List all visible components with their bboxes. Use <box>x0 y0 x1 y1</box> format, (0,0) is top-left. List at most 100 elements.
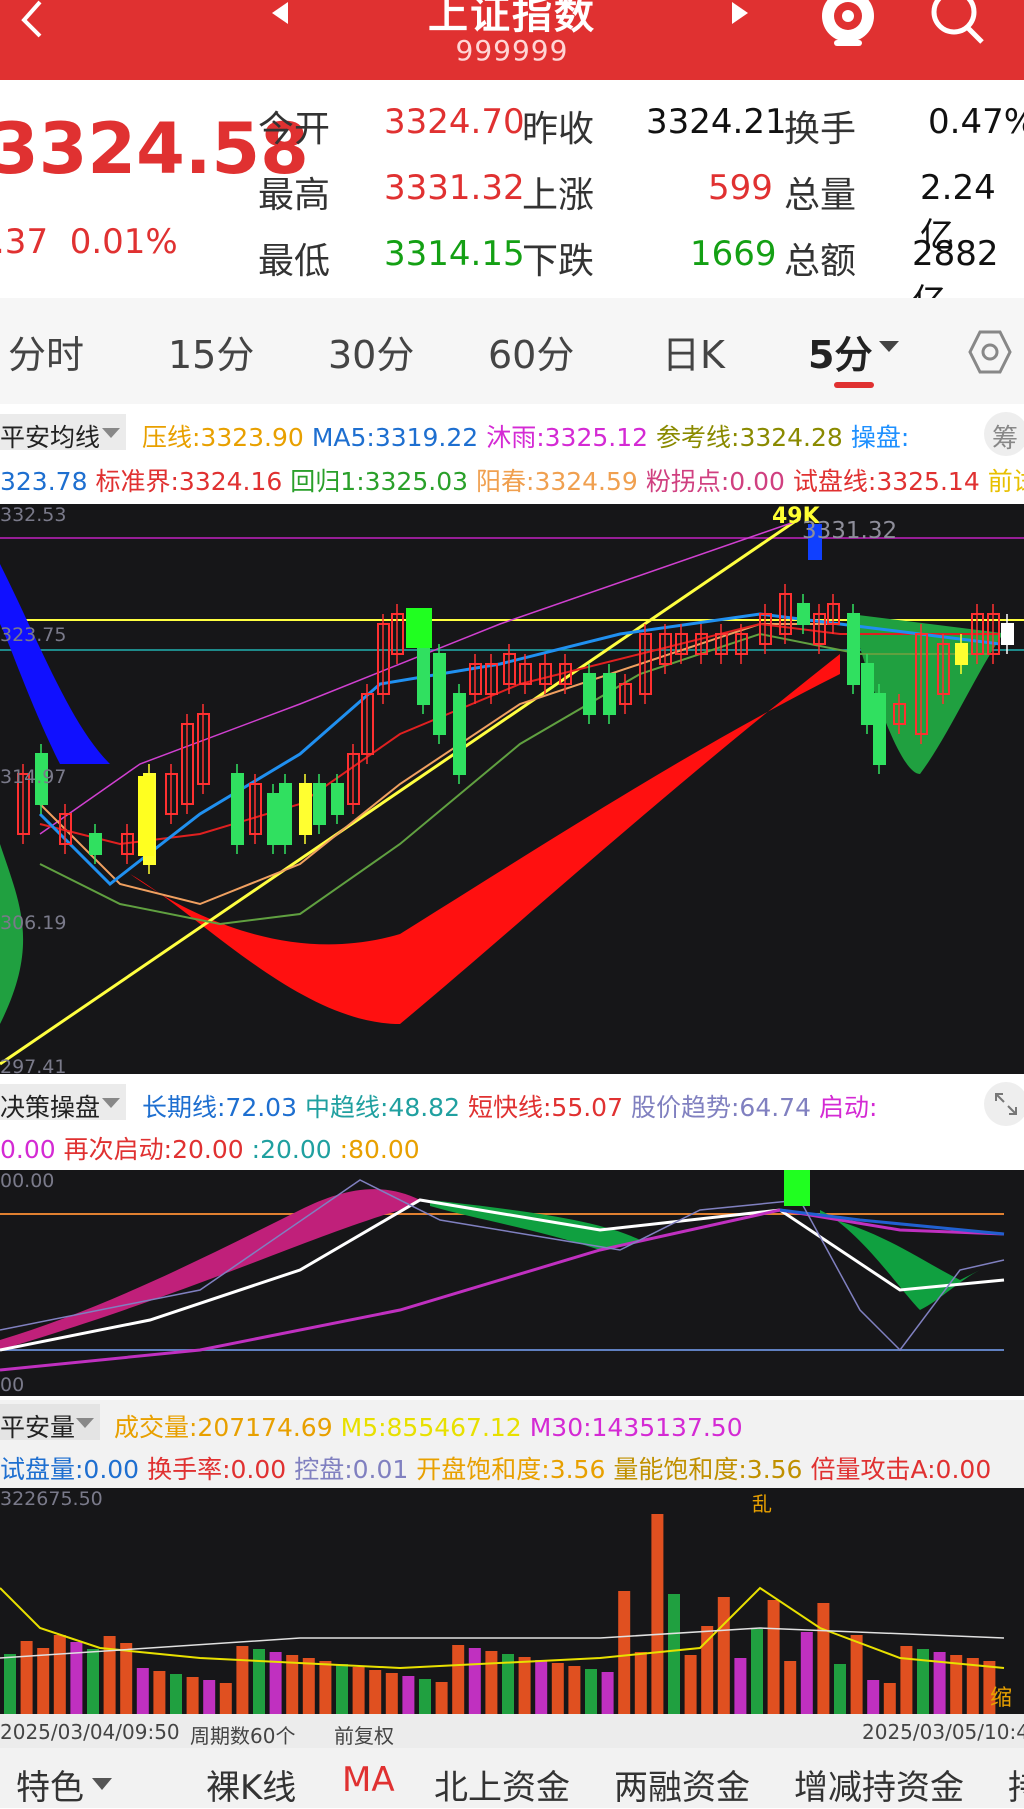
volume-bar <box>419 1679 431 1714</box>
y-axis-label: 306.19 <box>0 912 67 934</box>
nav-margin[interactable]: 两融资金 <box>614 1760 750 1809</box>
y-axis-label: 332.53 <box>0 504 67 526</box>
volume-bar <box>120 1643 133 1714</box>
oscillator-chart[interactable]: 00.00 00 <box>0 1170 1024 1396</box>
low-label: 最低 <box>258 241 331 282</box>
volume-bar <box>53 1635 66 1714</box>
volume-bar <box>800 1632 813 1714</box>
volume-tag: 缩 <box>990 1686 1013 1711</box>
volume-bar <box>219 1683 232 1714</box>
next-stock-icon[interactable] <box>728 0 754 26</box>
tab-5min[interactable]: 5分 <box>808 324 872 379</box>
volume-bar <box>634 1652 647 1714</box>
kline-svg <box>0 516 1024 1066</box>
tab-daily-k[interactable]: 日K <box>662 324 725 379</box>
adjust-mode[interactable]: 前复权 <box>334 1720 394 1749</box>
voice-icon[interactable] <box>820 0 876 50</box>
expand-icon[interactable] <box>984 1082 1024 1126</box>
down-label: 下跌 <box>522 241 595 282</box>
volume-bar <box>336 1664 348 1714</box>
volume-bar <box>385 1673 398 1714</box>
indicator-value: 中趋线:48.82 <box>305 1093 460 1122</box>
candle <box>873 693 886 765</box>
tab-timeshare[interactable]: 分时 <box>8 324 84 379</box>
volume-bar <box>170 1674 182 1714</box>
volume-label: 总量 <box>784 175 857 216</box>
volume-bar <box>618 1591 631 1714</box>
volume-bar <box>867 1680 880 1714</box>
volume-bar <box>817 1603 830 1714</box>
chip-distribution-button[interactable]: 筹 <box>984 412 1024 456</box>
volume-bar <box>883 1683 896 1714</box>
indicator-value: :80.00 <box>339 1135 420 1164</box>
chevron-down-icon <box>102 428 120 438</box>
y-axis-label: 00.00 <box>0 1170 55 1192</box>
tab-60min[interactable]: 60分 <box>488 324 574 379</box>
indicator-value: 换手率:0.00 <box>147 1455 287 1484</box>
indicator-value: :20.00 <box>251 1135 332 1164</box>
turnover-value: 0.47% <box>928 102 1024 142</box>
volume-bar <box>734 1658 747 1714</box>
candle <box>1001 623 1014 645</box>
candle <box>279 783 292 845</box>
indicator-value: 股价趋势:64.74 <box>631 1093 811 1122</box>
high-price-marker: 3331.32 <box>802 518 898 544</box>
candle <box>583 673 596 715</box>
indicator-selector[interactable]: 平安量 <box>0 1404 100 1442</box>
volume-bar <box>153 1671 166 1714</box>
nav-ma[interactable]: MA <box>342 1760 395 1800</box>
volume-chart[interactable]: 322675.50 乱 缩 <box>0 1488 1024 1714</box>
volume-bar <box>186 1677 199 1714</box>
expand-arrows-icon <box>995 1093 1017 1115</box>
candle <box>267 793 280 845</box>
indicator-value: 试盘线:3325.14 <box>792 467 980 496</box>
indicator-value: M30:1435137.50 <box>529 1413 743 1442</box>
candle <box>331 783 344 815</box>
volume-bar <box>369 1670 382 1714</box>
low-value: 3314.15 <box>384 234 525 274</box>
volume-bar <box>302 1658 315 1714</box>
nav-holdings[interactable]: 增减持资金 <box>794 1760 964 1809</box>
volume-bar <box>751 1629 763 1714</box>
tab-15min[interactable]: 15分 <box>168 324 254 379</box>
volume-svg <box>0 1514 1005 1714</box>
volume-bar <box>585 1669 597 1714</box>
candle <box>955 643 968 665</box>
nav-northbound[interactable]: 北上资金 <box>434 1760 570 1809</box>
candle <box>231 773 244 845</box>
candle <box>603 673 616 715</box>
indicator-selector[interactable]: 决策操盘 <box>0 1084 126 1122</box>
kline-chart[interactable]: 332.53 323.75 314.97 306.19 297.41 49K 3… <box>0 504 1024 1074</box>
volume-bar <box>767 1600 780 1714</box>
turnover-label: 换手 <box>784 109 857 150</box>
candle <box>453 693 466 775</box>
high-value: 3331.32 <box>384 168 525 208</box>
nav-more[interactable]: 持 <box>1008 1760 1024 1809</box>
chevron-down-icon <box>76 1418 94 1428</box>
volume-bar <box>352 1667 365 1714</box>
candle <box>433 653 446 735</box>
indicator-selector[interactable]: 平安均线 <box>0 414 126 452</box>
volume-bar <box>717 1597 730 1714</box>
price-trend-line <box>0 1179 1005 1352</box>
up-label: 上涨 <box>522 175 595 216</box>
indicator-value: 323.78 <box>0 467 88 496</box>
sub-indicator-values-row2: 0.00 再次启动:20.00:20.00:80.00 <box>0 1130 428 1166</box>
volume-indicator-values-row1: 成交量:207174.69 M5:855467.12 M30:1435137.50 <box>114 1408 751 1444</box>
volume-indicator-values-row2: 试盘量:0.00 换手率:0.00 控盘:0.01 开盘饱和度:3.56 量能饱和度:3… <box>0 1450 999 1486</box>
volume-bar <box>535 1660 548 1714</box>
indicator-value: 前试 <box>987 467 1024 496</box>
volume-bar <box>834 1664 846 1714</box>
nav-bare-k[interactable]: 裸K线 <box>206 1760 296 1809</box>
price-change: .37 0.01% <box>0 222 178 262</box>
indicator-value: M5:855467.12 <box>340 1413 522 1442</box>
chevron-down-icon <box>102 1098 120 1108</box>
search-icon[interactable] <box>928 0 988 50</box>
volume-bar <box>286 1655 299 1714</box>
settings-icon[interactable] <box>966 328 1014 376</box>
volume-bar <box>452 1645 465 1714</box>
volume-bar <box>850 1635 863 1714</box>
open-value: 3324.70 <box>384 102 525 142</box>
tab-30min[interactable]: 30分 <box>328 324 414 379</box>
nav-feature[interactable]: 特色 <box>16 1760 84 1809</box>
